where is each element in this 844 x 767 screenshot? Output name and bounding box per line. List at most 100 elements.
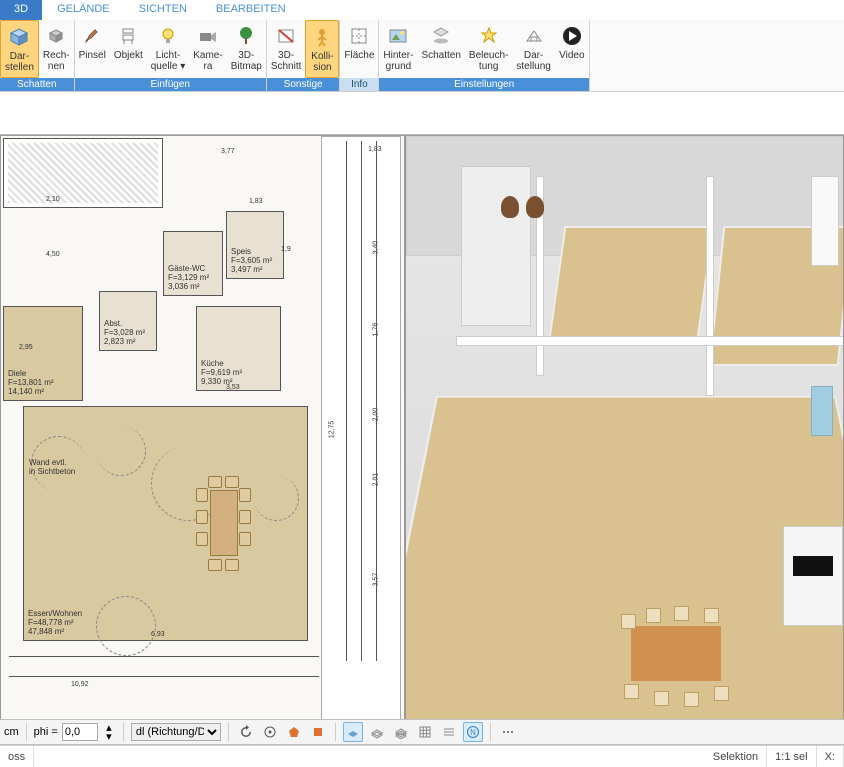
light-icon xyxy=(477,24,501,48)
dim: 1,9 xyxy=(281,246,291,253)
status-left: oss xyxy=(0,746,34,767)
dim: 12,75 xyxy=(328,421,335,439)
dim-top: 3,77 xyxy=(221,148,235,155)
ribbon-kamera[interactable]: Kame- ra xyxy=(189,20,226,78)
ribbon-group-label: Sonstige xyxy=(267,78,340,91)
lines-icon[interactable] xyxy=(439,722,459,742)
ribbon-flaeche[interactable]: Fläche xyxy=(340,20,378,78)
ribbon-group-label: Einstellungen xyxy=(379,78,588,91)
floorplan-pane[interactable]: Diele F=13,801 m² 14,140 m² Speis F=3,605… xyxy=(0,135,405,742)
status-ratio: 1:1 sel xyxy=(767,746,816,767)
ribbon-group-label: Schatten xyxy=(0,78,74,91)
3d-view-pane[interactable] xyxy=(405,135,844,742)
target-icon[interactable] xyxy=(260,722,280,742)
slice-icon xyxy=(274,24,298,48)
ribbon-schnitt[interactable]: 3D- Schnitt xyxy=(267,20,306,78)
dim: 4,50 xyxy=(46,251,60,258)
room-label: Küche F=9,619 m² 9,330 m² xyxy=(201,359,242,386)
tab-bearbeiten[interactable]: BEARBEITEN xyxy=(202,0,301,20)
room-speis[interactable]: Speis F=3,605 m² 3,497 m² xyxy=(226,211,284,279)
status-bar: oss Selektion 1:1 sel X: xyxy=(0,745,844,767)
room-label: Speis F=3,605 m² 3,497 m² xyxy=(231,247,272,274)
ribbon-hintergrund[interactable]: Hinter- grund xyxy=(379,20,417,78)
dim: 2,95 xyxy=(19,344,33,351)
room-label: Gäste-WC F=3,129 m² 3,036 m² xyxy=(168,264,209,291)
ribbon-licht[interactable]: Licht- quelle ▾ xyxy=(147,20,190,78)
main-tabs: 3D GELÄNDE SICHTEN BEARBEITEN xyxy=(0,0,844,20)
room-gstewc[interactable]: Gäste-WC F=3,129 m² 3,036 m² xyxy=(163,231,223,296)
ribbon-label: Fläche xyxy=(344,50,374,61)
mode-select[interactable]: dl (Richtung/Di xyxy=(131,723,221,741)
shadow-icon xyxy=(429,24,453,48)
svg-text:N: N xyxy=(470,728,476,737)
3d-canvas[interactable] xyxy=(406,136,843,741)
cube-icon xyxy=(7,25,31,49)
ribbon-group-label: Einfügen xyxy=(75,78,266,91)
room-label: Diele F=13,801 m² 14,140 m² xyxy=(8,369,54,396)
ribbon-label: Beleuch- tung xyxy=(469,50,508,72)
chair-icon xyxy=(116,24,140,48)
ribbon-darstellen[interactable]: Dar- stellen xyxy=(0,20,39,78)
bg-icon xyxy=(386,24,410,48)
layer-a-icon[interactable] xyxy=(343,722,363,742)
tree-icon xyxy=(234,24,258,48)
status-selektion: Selektion xyxy=(705,746,767,767)
display-icon xyxy=(522,24,546,48)
floorplan-canvas[interactable]: Diele F=13,801 m² 14,140 m² Speis F=3,605… xyxy=(1,136,404,741)
dim: 2,10 xyxy=(46,196,60,203)
layer-b-icon[interactable] xyxy=(367,722,387,742)
bulb-icon xyxy=(156,24,180,48)
ribbon-darstellung[interactable]: Dar- stellung xyxy=(512,20,554,78)
person-icon xyxy=(310,25,334,49)
play-icon xyxy=(560,24,584,48)
ribbon-label: Objekt xyxy=(114,50,143,61)
ribbon-label: Pinsel xyxy=(79,50,106,61)
brush-icon xyxy=(80,24,104,48)
ribbon-label: 3D- Schnitt xyxy=(271,50,302,72)
ribbon-label: Hinter- grund xyxy=(383,50,413,72)
grid-icon[interactable] xyxy=(415,722,435,742)
menu-dots-icon[interactable] xyxy=(498,722,518,742)
north-icon[interactable]: N xyxy=(463,722,483,742)
tab-gelaende[interactable]: GELÄNDE xyxy=(43,0,125,20)
ribbon-label: Dar- stellen xyxy=(5,51,34,73)
ribbon-label: Rech- nen xyxy=(43,50,70,72)
ribbon-pinsel[interactable]: Pinsel xyxy=(75,20,110,78)
ribbon-bitmap[interactable]: 3D- Bitmap xyxy=(227,20,266,78)
room-diele[interactable]: Diele F=13,801 m² 14,140 m² xyxy=(3,306,83,401)
area-icon xyxy=(347,24,371,48)
ribbon-schatten2[interactable]: Schatten xyxy=(417,20,464,78)
room-label: Abst. F=3,028 m² 2,823 m² xyxy=(104,319,145,346)
ribbon-rechnen[interactable]: Rech- nen xyxy=(39,20,74,78)
ribbon-beleucht[interactable]: Beleuch- tung xyxy=(465,20,512,78)
square-icon[interactable] xyxy=(308,722,328,742)
refresh-icon[interactable] xyxy=(236,722,256,742)
ribbon-objekt[interactable]: Objekt xyxy=(110,20,147,78)
ribbon-label: Kame- ra xyxy=(193,50,222,72)
dim: 1,83 xyxy=(249,198,263,205)
tab-sichten[interactable]: SICHTEN xyxy=(125,0,202,20)
tab-3d[interactable]: 3D xyxy=(0,0,43,20)
room-kche[interactable]: Küche F=9,619 m² 9,330 m² xyxy=(196,306,281,391)
ribbon-label: 3D- Bitmap xyxy=(231,50,262,72)
ribbon-label: Video xyxy=(559,50,584,61)
unit-label: cm xyxy=(4,726,19,738)
phi-down[interactable]: ▾ xyxy=(102,732,116,741)
layer-c-icon[interactable] xyxy=(391,722,411,742)
ribbon-label: Licht- quelle ▾ xyxy=(151,50,186,72)
phi-label: phi = xyxy=(34,726,58,738)
workspace: Diele F=13,801 m² 14,140 m² Speis F=3,605… xyxy=(0,134,844,742)
ribbon: Dar- stellen Rech- nen Schatten Pinsel Objek… xyxy=(0,20,844,92)
ribbon-kollision[interactable]: Kolli- sion xyxy=(305,20,339,78)
room-abst[interactable]: Abst. F=3,028 m² 2,823 m² xyxy=(99,291,157,351)
dim: 6,93 xyxy=(151,631,165,638)
ribbon-group-label: Info xyxy=(340,78,378,91)
dim: 10,92 xyxy=(71,681,89,688)
camera-icon xyxy=(196,24,220,48)
pentagon-icon[interactable] xyxy=(284,722,304,742)
room-label: Essen/Wohnen F=48,778 m² 47,848 m² xyxy=(28,609,82,636)
ribbon-label: Dar- stellung xyxy=(516,50,550,72)
ribbon-video[interactable]: Video xyxy=(555,20,589,78)
ribbon-label: Schatten xyxy=(421,50,460,61)
phi-input[interactable] xyxy=(62,723,98,741)
